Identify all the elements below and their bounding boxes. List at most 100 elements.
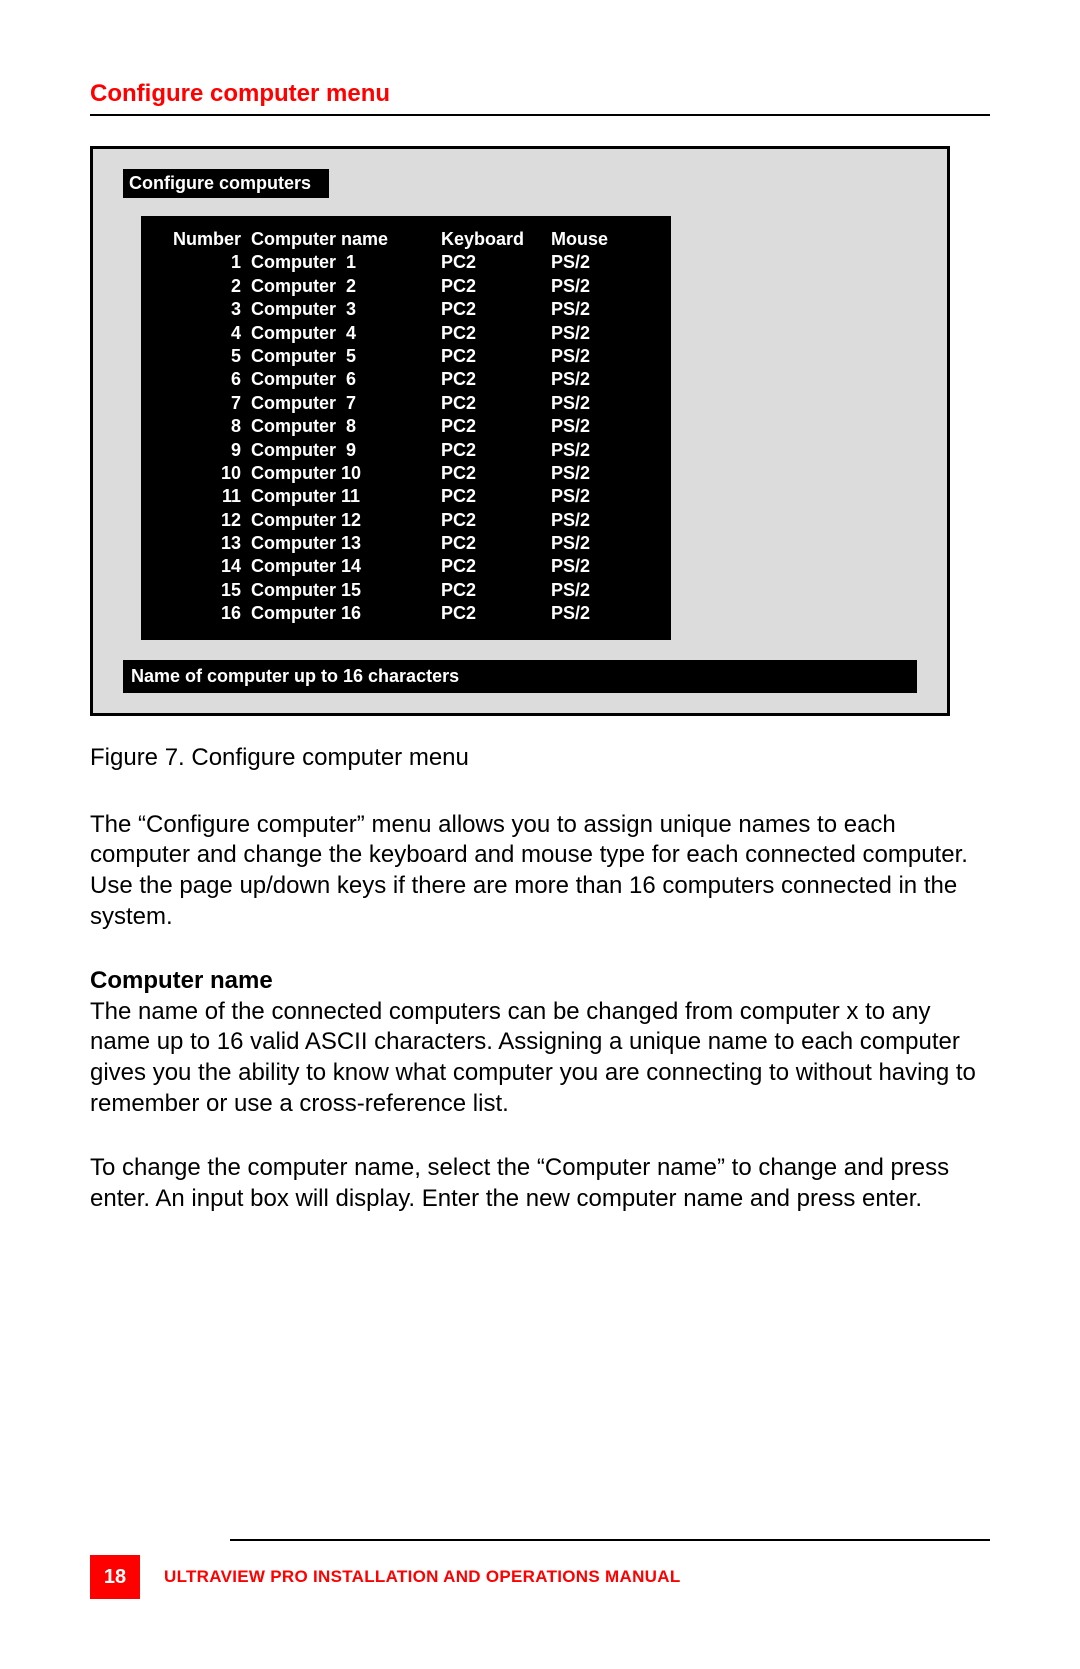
cell-number: 5 xyxy=(141,345,251,368)
cell-keyboard: PC2 xyxy=(441,322,551,345)
cell-name: Computer 2 xyxy=(251,275,441,298)
cell-keyboard: PC2 xyxy=(441,532,551,555)
table-row: 1Computer 1PC2PS/2 xyxy=(141,251,641,274)
cell-mouse: PS/2 xyxy=(551,298,641,321)
cell-number: 9 xyxy=(141,439,251,462)
cell-mouse: PS/2 xyxy=(551,415,641,438)
table-row: 16Computer 16PC2PS/2 xyxy=(141,602,641,625)
cell-keyboard: PC2 xyxy=(441,368,551,391)
cell-mouse: PS/2 xyxy=(551,322,641,345)
cell-mouse: PS/2 xyxy=(551,251,641,274)
cell-name: Computer 7 xyxy=(251,392,441,415)
table-row: 6Computer 6PC2PS/2 xyxy=(141,368,641,391)
cell-keyboard: PC2 xyxy=(441,251,551,274)
cell-number: 10 xyxy=(141,462,251,485)
table-header-row: Number Computer name Keyboard Mouse xyxy=(141,228,641,251)
panel-title: Configure computers xyxy=(123,169,329,198)
cell-name: Computer 3 xyxy=(251,298,441,321)
hint-bar: Name of computer up to 16 characters xyxy=(123,660,917,693)
cell-number: 8 xyxy=(141,415,251,438)
cell-number: 13 xyxy=(141,532,251,555)
table-row: 15Computer 15PC2PS/2 xyxy=(141,579,641,602)
cell-keyboard: PC2 xyxy=(441,345,551,368)
cell-number: 3 xyxy=(141,298,251,321)
cell-keyboard: PC2 xyxy=(441,439,551,462)
cell-number: 15 xyxy=(141,579,251,602)
cell-mouse: PS/2 xyxy=(551,602,641,625)
cell-name: Computer 5 xyxy=(251,345,441,368)
cell-name: Computer 8 xyxy=(251,415,441,438)
cell-number: 16 xyxy=(141,602,251,625)
header-number: Number xyxy=(141,228,251,251)
table-row: 10Computer 10PC2PS/2 xyxy=(141,462,641,485)
header-name: Computer name xyxy=(251,228,441,251)
section-title: Configure computer menu xyxy=(90,80,990,108)
cell-mouse: PS/2 xyxy=(551,368,641,391)
cell-name: Computer 1 xyxy=(251,251,441,274)
cell-mouse: PS/2 xyxy=(551,579,641,602)
cell-keyboard: PC2 xyxy=(441,392,551,415)
cell-mouse: PS/2 xyxy=(551,439,641,462)
header-mouse: Mouse xyxy=(551,228,641,251)
cell-keyboard: PC2 xyxy=(441,509,551,532)
cell-keyboard: PC2 xyxy=(441,485,551,508)
footer-rule xyxy=(230,1539,990,1541)
cell-number: 14 xyxy=(141,555,251,578)
cell-number: 1 xyxy=(141,251,251,274)
table-row: 8Computer 8PC2PS/2 xyxy=(141,415,641,438)
cell-name: Computer 15 xyxy=(251,579,441,602)
sub-heading-computer-name: Computer name xyxy=(90,967,990,995)
table-row: 11Computer 11PC2PS/2 xyxy=(141,485,641,508)
page-footer: 18 ULTRAVIEW PRO INSTALLATION AND OPERAT… xyxy=(90,1539,990,1599)
footer-text: ULTRAVIEW PRO INSTALLATION AND OPERATION… xyxy=(164,1555,681,1599)
cell-number: 7 xyxy=(141,392,251,415)
cell-number: 2 xyxy=(141,275,251,298)
cell-mouse: PS/2 xyxy=(551,275,641,298)
paragraph: To change the computer name, select the … xyxy=(90,1153,990,1214)
configure-computers-table: Number Computer name Keyboard Mouse 1Com… xyxy=(141,216,671,640)
cell-keyboard: PC2 xyxy=(441,415,551,438)
cell-mouse: PS/2 xyxy=(551,462,641,485)
table-row: 14Computer 14PC2PS/2 xyxy=(141,555,641,578)
cell-name: Computer 14 xyxy=(251,555,441,578)
table-row: 4Computer 4PC2PS/2 xyxy=(141,322,641,345)
cell-keyboard: PC2 xyxy=(441,555,551,578)
cell-mouse: PS/2 xyxy=(551,509,641,532)
cell-keyboard: PC2 xyxy=(441,275,551,298)
table-row: 12Computer 12PC2PS/2 xyxy=(141,509,641,532)
cell-keyboard: PC2 xyxy=(441,602,551,625)
table-row: 2Computer 2PC2PS/2 xyxy=(141,275,641,298)
cell-mouse: PS/2 xyxy=(551,392,641,415)
cell-name: Computer 10 xyxy=(251,462,441,485)
cell-name: Computer 12 xyxy=(251,509,441,532)
cell-mouse: PS/2 xyxy=(551,345,641,368)
table-row: 5Computer 5PC2PS/2 xyxy=(141,345,641,368)
cell-name: Computer 13 xyxy=(251,532,441,555)
cell-mouse: PS/2 xyxy=(551,485,641,508)
cell-name: Computer 16 xyxy=(251,602,441,625)
figure-caption: Figure 7. Configure computer menu xyxy=(90,744,990,772)
title-rule xyxy=(90,114,990,116)
header-keyboard: Keyboard xyxy=(441,228,551,251)
figure-box: Configure computers Number Computer name… xyxy=(90,146,950,716)
cell-number: 6 xyxy=(141,368,251,391)
cell-keyboard: PC2 xyxy=(441,579,551,602)
paragraph: The “Configure computer” menu allows you… xyxy=(90,810,990,933)
table-row: 13Computer 13PC2PS/2 xyxy=(141,532,641,555)
cell-name: Computer 4 xyxy=(251,322,441,345)
paragraph: The name of the connected computers can … xyxy=(90,997,990,1120)
cell-mouse: PS/2 xyxy=(551,532,641,555)
cell-number: 12 xyxy=(141,509,251,532)
table-row: 7Computer 7PC2PS/2 xyxy=(141,392,641,415)
document-page: Configure computer menu Configure comput… xyxy=(0,0,1080,1669)
table-row: 3Computer 3PC2PS/2 xyxy=(141,298,641,321)
cell-name: Computer 11 xyxy=(251,485,441,508)
table-row: 9Computer 9PC2PS/2 xyxy=(141,439,641,462)
cell-number: 4 xyxy=(141,322,251,345)
cell-keyboard: PC2 xyxy=(441,462,551,485)
page-number: 18 xyxy=(90,1555,140,1599)
cell-mouse: PS/2 xyxy=(551,555,641,578)
cell-number: 11 xyxy=(141,485,251,508)
cell-keyboard: PC2 xyxy=(441,298,551,321)
cell-name: Computer 6 xyxy=(251,368,441,391)
